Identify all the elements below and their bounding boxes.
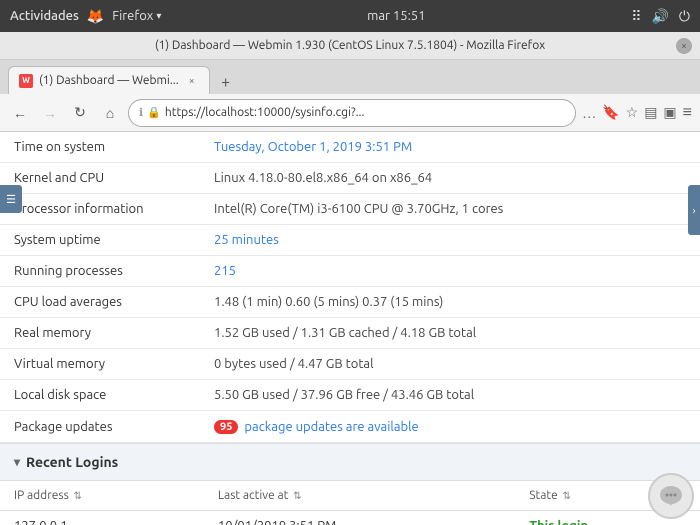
menu-icon[interactable]: ≡	[683, 103, 692, 122]
lock-icon: 🔒	[147, 106, 161, 119]
processes-link[interactable]: 215	[214, 264, 236, 278]
right-panel-hint[interactable]: ›	[688, 185, 700, 235]
tab-close-button[interactable]: ×	[185, 74, 199, 88]
row-value: Linux 4.18.0-80.el8.x86_64 on x86_64	[200, 163, 700, 194]
table-row: Virtual memory 0 bytes used / 4.47 GB to…	[0, 349, 700, 380]
row-label: Running processes	[0, 256, 200, 287]
row-value: Intel(R) Core(TM) i3-6100 CPU @ 3.70GHz,…	[200, 194, 700, 225]
table-row: Kernel and CPU Linux 4.18.0-80.el8.x86_6…	[0, 163, 700, 194]
sort-icon: ⇅	[74, 490, 82, 501]
active-tab[interactable]: W (1) Dashboard — Webmi... ×	[8, 66, 210, 94]
sidebar-icon[interactable]: ▣	[663, 104, 676, 121]
table-row: CPU load averages 1.48 (1 min) 0.60 (5 m…	[0, 287, 700, 318]
col-ip-address[interactable]: IP address ⇅	[0, 481, 204, 511]
row-value: 5.50 GB used / 37.96 GB free / 43.46 GB …	[200, 380, 700, 411]
row-label: Time on system	[0, 132, 200, 163]
section-title: Recent Logins	[26, 454, 118, 470]
row-value: 215	[200, 256, 700, 287]
row-label: Local disk space	[0, 380, 200, 411]
forward-button[interactable]: →	[38, 101, 62, 125]
page-content: ☰ Time on system Tuesday, October 1, 201…	[0, 132, 700, 525]
package-badge: 95 package updates are available	[214, 420, 419, 434]
login-ip: 127.0.0.1	[0, 511, 204, 525]
table-row: Package updates 95 package updates are a…	[0, 411, 700, 443]
table-row: Real memory 1.52 GB used / 1.31 GB cache…	[0, 318, 700, 349]
row-value: 1.52 GB used / 1.31 GB cached / 4.18 GB …	[200, 318, 700, 349]
window-close-button[interactable]: ×	[676, 38, 692, 54]
login-state-value: This login	[529, 519, 588, 525]
back-button[interactable]: ←	[8, 101, 32, 125]
os-top-bar: Actividades 🦊 Firefox ▾ mar 15:51 ⠿ 🔊 ⏻	[0, 0, 700, 32]
window-title: (1) Dashboard — Webmin 1.930 (CentOS Lin…	[24, 39, 676, 52]
table-row: 127.0.0.1 10/01/2019 3:51 PM This login	[0, 511, 700, 525]
package-updates-link[interactable]: package updates are available	[244, 420, 418, 434]
table-header-row: IP address ⇅ Last active at ⇅ State ⇅	[0, 481, 700, 511]
address-input[interactable]: ℹ 🔒 https://localhost:10000/sysinfo.cgi?…	[128, 99, 576, 127]
home-button[interactable]: ⌂	[98, 101, 122, 125]
row-value: 1.48 (1 min) 0.60 (5 mins) 0.37 (15 mins…	[200, 287, 700, 318]
row-label: System uptime	[0, 225, 200, 256]
sort-icon: ⇅	[293, 490, 301, 501]
login-last-active: 10/01/2019 3:51 PM	[204, 511, 515, 525]
right-chevron-icon: ›	[693, 205, 696, 216]
time-link[interactable]: Tuesday, October 1, 2019 3:51 PM	[214, 140, 412, 154]
sound-icon: 🔊	[651, 8, 668, 25]
new-tab-button[interactable]: +	[214, 70, 238, 94]
datetime: mar 15:51	[367, 9, 425, 23]
network-icon: ⠿	[631, 8, 641, 25]
row-label: Real memory	[0, 318, 200, 349]
chat-assistant-bubble[interactable]	[648, 473, 694, 519]
tab-favicon: W	[19, 74, 33, 88]
row-label: Package updates	[0, 411, 200, 443]
browser-title-bar: (1) Dashboard — Webmin 1.930 (CentOS Lin…	[0, 32, 700, 60]
extensions-icon[interactable]: …	[582, 105, 596, 121]
bookmark-icon[interactable]: 🔖	[602, 104, 619, 121]
star-icon[interactable]: ☆	[626, 104, 639, 121]
row-label: Virtual memory	[0, 349, 200, 380]
section-chevron-icon: ▾	[14, 455, 20, 469]
uptime-link[interactable]: 25 minutes	[214, 233, 279, 247]
row-value: 25 minutes	[200, 225, 700, 256]
chat-icon	[657, 482, 685, 510]
tab-bar: W (1) Dashboard — Webmi... × +	[0, 60, 700, 94]
firefox-menu[interactable]: Firefox ▾	[112, 9, 161, 23]
activities-button[interactable]: Actividades	[10, 9, 79, 23]
power-icon[interactable]: ⏻	[679, 8, 690, 25]
tab-label: (1) Dashboard — Webmi...	[39, 74, 179, 87]
row-label: CPU load averages	[0, 287, 200, 318]
toolbar-icons: … 🔖 ☆ ▤ ▣ ≡	[582, 103, 692, 122]
table-row: Time on system Tuesday, October 1, 2019 …	[0, 132, 700, 163]
table-row: Local disk space 5.50 GB used / 37.96 GB…	[0, 380, 700, 411]
sysinfo-table: Time on system Tuesday, October 1, 2019 …	[0, 132, 700, 443]
sort-icon: ⇅	[562, 490, 570, 501]
row-value: Tuesday, October 1, 2019 3:51 PM	[200, 132, 700, 163]
row-value: 0 bytes used / 4.47 GB total	[200, 349, 700, 380]
row-label: Kernel and CPU	[0, 163, 200, 194]
recent-logins-section-header[interactable]: ▾ Recent Logins	[0, 443, 700, 481]
address-bar: ← → ↻ ⌂ ℹ 🔒 https://localhost:10000/sysi…	[0, 94, 700, 132]
firefox-icon: 🦊	[87, 8, 104, 25]
package-count-badge: 95	[214, 420, 238, 434]
table-row: Running processes 215	[0, 256, 700, 287]
sidebar-toggle-button[interactable]: ☰	[0, 185, 22, 213]
logins-table: IP address ⇅ Last active at ⇅ State ⇅ 12…	[0, 481, 700, 525]
address-text: https://localhost:10000/sysinfo.cgi?...	[165, 106, 365, 119]
col-last-active[interactable]: Last active at ⇅	[204, 481, 515, 511]
info-icon: ℹ	[139, 106, 143, 119]
library-icon[interactable]: ▤	[644, 104, 657, 121]
row-label: Processor information	[0, 194, 200, 225]
reload-button[interactable]: ↻	[68, 101, 92, 125]
table-row: System uptime 25 minutes	[0, 225, 700, 256]
table-row: Processor information Intel(R) Core(TM) …	[0, 194, 700, 225]
row-value: 95 package updates are available	[200, 411, 700, 443]
